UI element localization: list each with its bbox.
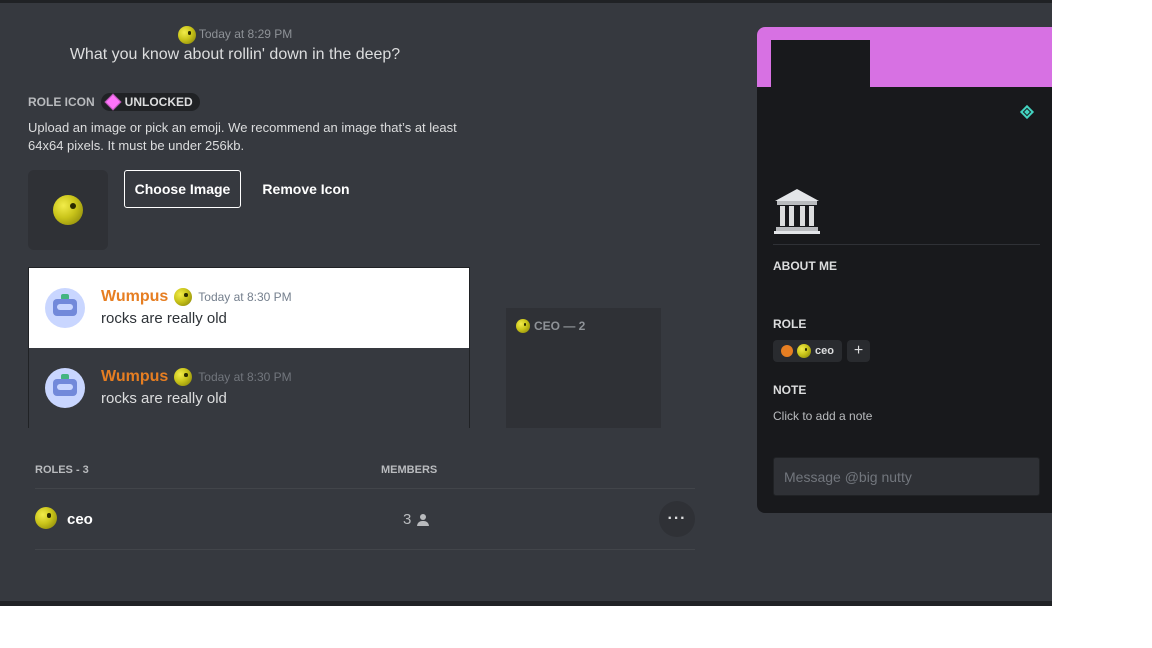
emoji-icon [797, 344, 811, 358]
role-icon-header: ROLE ICON UNLOCKED [28, 93, 200, 111]
role-title: ROLE [773, 317, 807, 331]
wumpus-icon [53, 299, 77, 316]
table-row[interactable]: ceo 3 ··· [35, 489, 695, 550]
emoji-icon [174, 288, 193, 306]
role-icon-title: ROLE ICON [28, 95, 95, 109]
nitro-badge-icon[interactable] [1019, 104, 1035, 120]
note-title: NOTE [773, 383, 807, 397]
bottom-border [0, 601, 1052, 606]
role-color-dot [781, 345, 793, 357]
message-author[interactable]: Wumpus [101, 288, 168, 306]
roles-column-header: ROLES - 3 [35, 464, 89, 476]
avatar [45, 368, 85, 408]
app-window: Today at 8:29 PM What you know about rol… [0, 0, 1052, 606]
wumpus-icon [53, 379, 77, 396]
unlocked-label: UNLOCKED [124, 95, 193, 109]
member-group-header: CEO — 2 [516, 319, 585, 333]
member-list-preview: CEO — 2 [506, 308, 661, 428]
emoji-icon [174, 368, 193, 386]
message-header: Wumpus Today at 8:30 PM [101, 288, 292, 306]
message-text: rocks are really old [101, 310, 227, 327]
top-message-text: What you know about rollin' down in the … [69, 46, 401, 63]
add-role-button[interactable]: + [847, 340, 870, 362]
more-options-button[interactable]: ··· [659, 501, 695, 537]
message-preview-light: Wumpus Today at 8:30 PM rocks are really… [29, 268, 469, 348]
member-count-value: 3 [403, 511, 412, 528]
choose-image-button[interactable]: Choose Image [124, 170, 241, 208]
message-preview-dark: Wumpus Today at 8:30 PM rocks are really… [29, 348, 469, 428]
role-chip[interactable]: ceo [773, 340, 842, 362]
member-group-label: CEO — 2 [534, 319, 586, 333]
about-me-title: ABOUT ME [773, 259, 837, 273]
emoji-icon [177, 26, 196, 44]
role-icon-help-text: Upload an image or pick an emoji. We rec… [28, 120, 457, 153]
top-message-meta: Today at 8:29 PM [0, 26, 470, 44]
top-border [0, 0, 1052, 3]
role-member-count: 3 [403, 511, 430, 528]
user-profile-popout: ABOUT ME ROLE ceo + NOTE Click to add a … [757, 27, 1052, 513]
members-column-header: MEMBERS [381, 464, 438, 476]
message-timestamp: Today at 8:30 PM [198, 290, 292, 304]
bank-icon [774, 189, 820, 234]
top-message: Today at 8:29 PM What you know about rol… [0, 26, 470, 64]
message-header: Wumpus Today at 8:30 PM [101, 368, 292, 386]
direct-message-input[interactable] [773, 457, 1040, 496]
emoji-icon [35, 507, 57, 529]
role-name: ceo [67, 511, 93, 528]
roles-table-header: ROLES - 3 MEMBERS [35, 464, 695, 489]
role-icon-preview[interactable] [28, 170, 108, 250]
profile-avatar[interactable] [771, 40, 870, 90]
remove-icon-button[interactable]: Remove Icon [256, 170, 356, 208]
note-field[interactable]: Click to add a note [773, 409, 872, 423]
gem-icon [104, 93, 122, 111]
message-text: rocks are really old [101, 390, 227, 407]
person-icon [417, 513, 430, 526]
message-preview: Wumpus Today at 8:30 PM rocks are really… [28, 267, 470, 428]
unlocked-badge: UNLOCKED [100, 93, 200, 111]
role-chip-label: ceo [815, 345, 834, 357]
top-message-timestamp: Today at 8:29 PM [198, 27, 293, 42]
emoji-icon [53, 195, 83, 225]
profile-divider [773, 244, 1040, 245]
message-author[interactable]: Wumpus [101, 368, 168, 386]
avatar [45, 288, 85, 328]
emoji-icon [516, 319, 530, 333]
message-timestamp: Today at 8:30 PM [198, 370, 292, 384]
